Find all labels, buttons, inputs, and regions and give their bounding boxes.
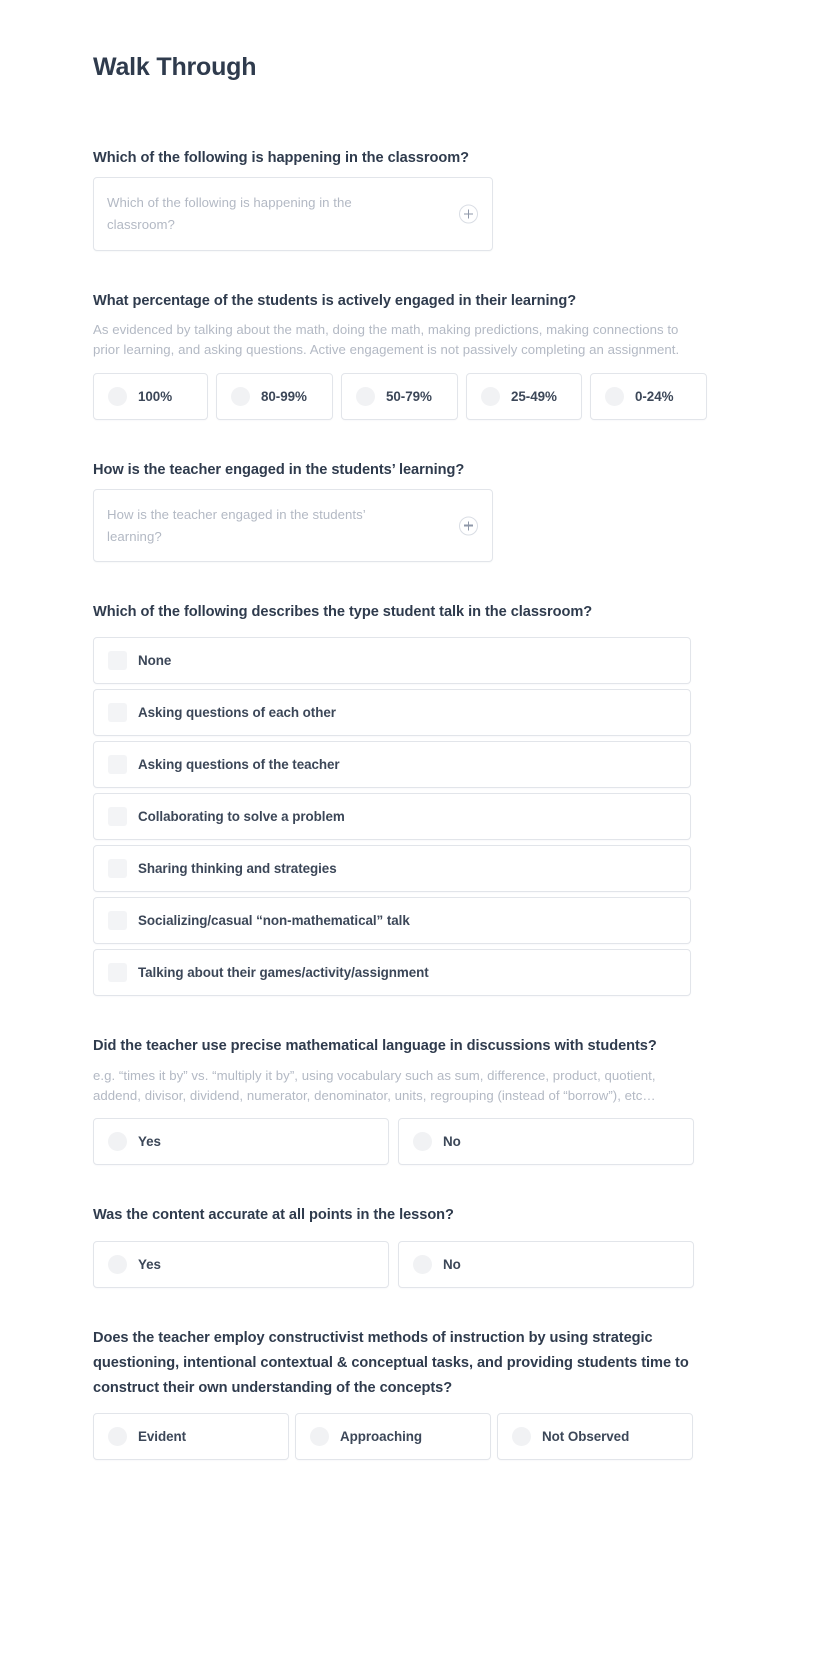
checkbox-option-asking-each-other[interactable]: Asking questions of each other — [93, 689, 691, 737]
option-0-24[interactable]: 0-24% — [590, 372, 707, 420]
question-label: How is the teacher engaged in the studen… — [93, 461, 465, 478]
option-yes[interactable]: Yes — [93, 1118, 389, 1166]
option-label: Collaborating to solve a problem — [138, 809, 345, 825]
option-label: 50-79% — [386, 388, 432, 404]
checkbox-icon[interactable] — [108, 911, 127, 931]
option-50-79[interactable]: 50-79% — [341, 372, 458, 420]
checkbox-icon[interactable] — [108, 807, 127, 827]
option-label: Sharing thinking and strategies — [138, 861, 337, 877]
radio-icon[interactable] — [108, 1426, 127, 1446]
checkbox-option-socializing[interactable]: Socializing/casual “non-mathematical” ta… — [93, 897, 691, 945]
walk-through-form: Walk Through Which of the following is h… — [0, 0, 840, 1680]
radio-icon[interactable] — [310, 1426, 329, 1446]
student-talk-options: None Asking questions of each other Aski… — [93, 637, 691, 997]
placeholder-text: How is the teacher engaged in the studen… — [107, 506, 366, 544]
option-label: 25-49% — [511, 388, 557, 404]
option-no[interactable]: No — [398, 1118, 694, 1166]
option-label: 80-99% — [261, 388, 307, 404]
radio-icon[interactable] — [356, 386, 375, 406]
question-student-talk-type: Which of the following describes the typ… — [93, 600, 691, 997]
checkbox-option-none[interactable]: None — [93, 637, 691, 685]
question-label: What percentage of the students is activ… — [93, 292, 577, 309]
option-not-observed[interactable]: Not Observed — [497, 1412, 693, 1460]
question-label: Does the teacher employ constructivist m… — [93, 1329, 689, 1396]
checkbox-icon[interactable] — [108, 963, 127, 983]
question-help-text: As evidenced by talking about the math, … — [93, 321, 680, 358]
happening-in-classroom-input[interactable]: Which of the following is happening in t… — [93, 177, 493, 251]
question-label: Which of the following describes the typ… — [93, 604, 593, 621]
question-label: Which of the following is happening in t… — [93, 150, 469, 166]
plus-circle-icon[interactable] — [459, 204, 478, 224]
question-help-text: e.g. “times it by” vs. “multiply it by”,… — [93, 1067, 656, 1103]
teacher-engaged-input[interactable]: How is the teacher engaged in the studen… — [93, 488, 493, 563]
checkbox-icon[interactable] — [108, 651, 127, 671]
option-yes[interactable]: Yes — [93, 1240, 389, 1288]
precise-math-options: Yes No — [93, 1118, 694, 1166]
option-label: None — [138, 653, 172, 669]
radio-icon[interactable] — [413, 1132, 432, 1152]
checkbox-option-talking-games[interactable]: Talking about their games/activity/assig… — [93, 949, 691, 997]
checkbox-icon[interactable] — [108, 755, 127, 775]
option-approaching[interactable]: Approaching — [295, 1412, 491, 1460]
option-100[interactable]: 100% — [93, 372, 208, 420]
plus-circle-icon[interactable] — [459, 516, 478, 536]
checkbox-icon[interactable] — [108, 859, 127, 879]
constructivist-options: Evident Approaching Not Observed — [93, 1412, 693, 1460]
radio-icon[interactable] — [108, 1254, 127, 1274]
option-label: Evident — [138, 1428, 187, 1444]
option-label: Approaching — [340, 1428, 423, 1444]
question-happening-in-classroom: Which of the following is happening in t… — [93, 146, 690, 251]
radio-icon[interactable] — [512, 1426, 531, 1446]
option-label: Yes — [138, 1256, 161, 1272]
question-content-accurate: Was the content accurate at all points i… — [93, 1203, 694, 1288]
checkbox-option-sharing-thinking[interactable]: Sharing thinking and strategies — [93, 845, 691, 893]
option-label: Not Observed — [542, 1428, 630, 1444]
checkbox-icon[interactable] — [108, 703, 127, 723]
option-25-49[interactable]: 25-49% — [466, 372, 582, 420]
question-label: Did the teacher use precise mathematical… — [93, 1038, 657, 1055]
checkbox-option-asking-teacher[interactable]: Asking questions of the teacher — [93, 741, 691, 789]
placeholder-text: Which of the following is happening in t… — [107, 195, 352, 232]
option-no[interactable]: No — [398, 1240, 694, 1288]
option-label: 100% — [138, 388, 173, 404]
checkbox-option-collaborating[interactable]: Collaborating to solve a problem — [93, 793, 691, 841]
radio-icon[interactable] — [108, 1132, 127, 1152]
option-label: Yes — [138, 1134, 161, 1150]
question-teacher-engaged: How is the teacher engaged in the studen… — [93, 458, 690, 563]
radio-icon[interactable] — [605, 386, 624, 406]
percentage-options: 100% 80-99% 50-79% 25-49% 0-24% — [93, 372, 707, 420]
content-accurate-options: Yes No — [93, 1240, 694, 1288]
question-precise-math-language: Did the teacher use precise mathematical… — [93, 1034, 694, 1166]
option-label: Talking about their games/activity/assig… — [138, 965, 429, 981]
option-label: 0-24% — [635, 388, 674, 404]
page-title: Walk Through — [93, 53, 257, 81]
option-label: Socializing/casual “non-mathematical” ta… — [138, 913, 410, 929]
option-label: Asking questions of the teacher — [138, 757, 340, 773]
radio-icon[interactable] — [231, 386, 250, 406]
option-label: No — [443, 1256, 461, 1272]
option-evident[interactable]: Evident — [93, 1412, 289, 1460]
radio-icon[interactable] — [108, 386, 127, 406]
question-percentage-engaged: What percentage of the students is activ… — [93, 289, 707, 420]
radio-icon[interactable] — [413, 1254, 432, 1274]
option-label: Asking questions of each other — [138, 705, 336, 721]
question-constructivist-methods: Does the teacher employ constructivist m… — [93, 1326, 693, 1460]
option-label: No — [443, 1134, 461, 1150]
question-label: Was the content accurate at all points i… — [93, 1207, 454, 1224]
option-80-99[interactable]: 80-99% — [216, 372, 333, 420]
radio-icon[interactable] — [481, 386, 500, 406]
